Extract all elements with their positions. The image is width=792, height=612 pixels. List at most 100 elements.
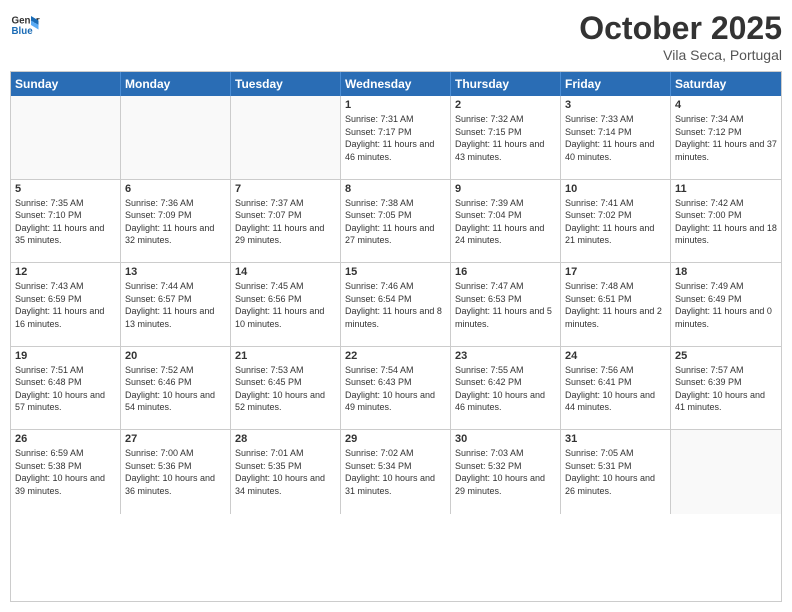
day-number: 12 — [15, 266, 116, 278]
cell-info: Sunrise: 7:52 AMSunset: 6:46 PMDaylight:… — [125, 365, 215, 413]
cell-info: Sunrise: 7:54 AMSunset: 6:43 PMDaylight:… — [345, 365, 435, 413]
calendar-cell-1-3: 8 Sunrise: 7:38 AMSunset: 7:05 PMDayligh… — [341, 180, 451, 263]
calendar-cell-0-1 — [121, 96, 231, 179]
calendar-cell-0-3: 1 Sunrise: 7:31 AMSunset: 7:17 PMDayligh… — [341, 96, 451, 179]
calendar-cell-3-4: 23 Sunrise: 7:55 AMSunset: 6:42 PMDaylig… — [451, 347, 561, 430]
cell-info: Sunrise: 7:48 AMSunset: 6:51 PMDaylight:… — [565, 281, 662, 329]
day-number: 10 — [565, 183, 666, 195]
cell-info: Sunrise: 7:44 AMSunset: 6:57 PMDaylight:… — [125, 281, 214, 329]
calendar-cell-4-2: 28 Sunrise: 7:01 AMSunset: 5:35 PMDaylig… — [231, 430, 341, 514]
calendar-cell-4-1: 27 Sunrise: 7:00 AMSunset: 5:36 PMDaylig… — [121, 430, 231, 514]
day-number: 11 — [675, 183, 777, 195]
cell-info: Sunrise: 7:38 AMSunset: 7:05 PMDaylight:… — [345, 198, 434, 246]
calendar-cell-1-1: 6 Sunrise: 7:36 AMSunset: 7:09 PMDayligh… — [121, 180, 231, 263]
cell-info: Sunrise: 6:59 AMSunset: 5:38 PMDaylight:… — [15, 448, 105, 496]
cell-info: Sunrise: 7:42 AMSunset: 7:00 PMDaylight:… — [675, 198, 777, 246]
calendar-cell-3-3: 22 Sunrise: 7:54 AMSunset: 6:43 PMDaylig… — [341, 347, 451, 430]
calendar-cell-3-2: 21 Sunrise: 7:53 AMSunset: 6:45 PMDaylig… — [231, 347, 341, 430]
cell-info: Sunrise: 7:45 AMSunset: 6:56 PMDaylight:… — [235, 281, 324, 329]
calendar-row-1: 5 Sunrise: 7:35 AMSunset: 7:10 PMDayligh… — [11, 180, 781, 264]
header-saturday: Saturday — [671, 72, 781, 96]
calendar-cell-4-6 — [671, 430, 781, 514]
cell-info: Sunrise: 7:57 AMSunset: 6:39 PMDaylight:… — [675, 365, 765, 413]
day-number: 26 — [15, 433, 116, 445]
cell-info: Sunrise: 7:00 AMSunset: 5:36 PMDaylight:… — [125, 448, 215, 496]
day-number: 28 — [235, 433, 336, 445]
day-number: 1 — [345, 99, 446, 111]
location: Vila Seca, Portugal — [579, 47, 782, 63]
day-number: 30 — [455, 433, 556, 445]
cell-info: Sunrise: 7:55 AMSunset: 6:42 PMDaylight:… — [455, 365, 545, 413]
calendar-cell-2-1: 13 Sunrise: 7:44 AMSunset: 6:57 PMDaylig… — [121, 263, 231, 346]
calendar-body: 1 Sunrise: 7:31 AMSunset: 7:17 PMDayligh… — [11, 96, 781, 597]
day-number: 18 — [675, 266, 777, 278]
calendar-cell-0-0 — [11, 96, 121, 179]
page: General Blue October 2025 Vila Seca, Por… — [0, 0, 792, 612]
calendar-cell-3-1: 20 Sunrise: 7:52 AMSunset: 6:46 PMDaylig… — [121, 347, 231, 430]
day-number: 29 — [345, 433, 446, 445]
cell-info: Sunrise: 7:34 AMSunset: 7:12 PMDaylight:… — [675, 114, 777, 162]
calendar-cell-1-4: 9 Sunrise: 7:39 AMSunset: 7:04 PMDayligh… — [451, 180, 561, 263]
day-number: 23 — [455, 350, 556, 362]
cell-info: Sunrise: 7:36 AMSunset: 7:09 PMDaylight:… — [125, 198, 214, 246]
day-number: 2 — [455, 99, 556, 111]
cell-info: Sunrise: 7:05 AMSunset: 5:31 PMDaylight:… — [565, 448, 655, 496]
day-number: 14 — [235, 266, 336, 278]
cell-info: Sunrise: 7:56 AMSunset: 6:41 PMDaylight:… — [565, 365, 655, 413]
calendar-cell-2-4: 16 Sunrise: 7:47 AMSunset: 6:53 PMDaylig… — [451, 263, 561, 346]
cell-info: Sunrise: 7:53 AMSunset: 6:45 PMDaylight:… — [235, 365, 325, 413]
day-number: 8 — [345, 183, 446, 195]
cell-info: Sunrise: 7:01 AMSunset: 5:35 PMDaylight:… — [235, 448, 325, 496]
cell-info: Sunrise: 7:47 AMSunset: 6:53 PMDaylight:… — [455, 281, 552, 329]
month-title: October 2025 — [579, 10, 782, 47]
header-monday: Monday — [121, 72, 231, 96]
cell-info: Sunrise: 7:46 AMSunset: 6:54 PMDaylight:… — [345, 281, 442, 329]
calendar-cell-3-5: 24 Sunrise: 7:56 AMSunset: 6:41 PMDaylig… — [561, 347, 671, 430]
cell-info: Sunrise: 7:31 AMSunset: 7:17 PMDaylight:… — [345, 114, 434, 162]
calendar-row-2: 12 Sunrise: 7:43 AMSunset: 6:59 PMDaylig… — [11, 263, 781, 347]
cell-info: Sunrise: 7:41 AMSunset: 7:02 PMDaylight:… — [565, 198, 654, 246]
calendar-cell-2-3: 15 Sunrise: 7:46 AMSunset: 6:54 PMDaylig… — [341, 263, 451, 346]
header-friday: Friday — [561, 72, 671, 96]
day-number: 17 — [565, 266, 666, 278]
calendar-cell-0-6: 4 Sunrise: 7:34 AMSunset: 7:12 PMDayligh… — [671, 96, 781, 179]
header-tuesday: Tuesday — [231, 72, 341, 96]
day-number: 21 — [235, 350, 336, 362]
day-number: 6 — [125, 183, 226, 195]
calendar-cell-4-4: 30 Sunrise: 7:03 AMSunset: 5:32 PMDaylig… — [451, 430, 561, 514]
calendar: Sunday Monday Tuesday Wednesday Thursday… — [10, 71, 782, 602]
cell-info: Sunrise: 7:37 AMSunset: 7:07 PMDaylight:… — [235, 198, 324, 246]
cell-info: Sunrise: 7:51 AMSunset: 6:48 PMDaylight:… — [15, 365, 105, 413]
calendar-cell-1-6: 11 Sunrise: 7:42 AMSunset: 7:00 PMDaylig… — [671, 180, 781, 263]
cell-info: Sunrise: 7:39 AMSunset: 7:04 PMDaylight:… — [455, 198, 544, 246]
calendar-cell-0-2 — [231, 96, 341, 179]
calendar-cell-2-5: 17 Sunrise: 7:48 AMSunset: 6:51 PMDaylig… — [561, 263, 671, 346]
title-block: October 2025 Vila Seca, Portugal — [579, 10, 782, 63]
calendar-cell-2-2: 14 Sunrise: 7:45 AMSunset: 6:56 PMDaylig… — [231, 263, 341, 346]
cell-info: Sunrise: 7:43 AMSunset: 6:59 PMDaylight:… — [15, 281, 104, 329]
calendar-cell-3-0: 19 Sunrise: 7:51 AMSunset: 6:48 PMDaylig… — [11, 347, 121, 430]
calendar-cell-2-0: 12 Sunrise: 7:43 AMSunset: 6:59 PMDaylig… — [11, 263, 121, 346]
calendar-row-4: 26 Sunrise: 6:59 AMSunset: 5:38 PMDaylig… — [11, 430, 781, 514]
calendar-cell-4-5: 31 Sunrise: 7:05 AMSunset: 5:31 PMDaylig… — [561, 430, 671, 514]
calendar-header: Sunday Monday Tuesday Wednesday Thursday… — [11, 72, 781, 96]
day-number: 15 — [345, 266, 446, 278]
calendar-cell-4-3: 29 Sunrise: 7:02 AMSunset: 5:34 PMDaylig… — [341, 430, 451, 514]
calendar-cell-4-0: 26 Sunrise: 6:59 AMSunset: 5:38 PMDaylig… — [11, 430, 121, 514]
cell-info: Sunrise: 7:35 AMSunset: 7:10 PMDaylight:… — [15, 198, 104, 246]
day-number: 20 — [125, 350, 226, 362]
calendar-cell-2-6: 18 Sunrise: 7:49 AMSunset: 6:49 PMDaylig… — [671, 263, 781, 346]
header-wednesday: Wednesday — [341, 72, 451, 96]
day-number: 7 — [235, 183, 336, 195]
cell-info: Sunrise: 7:03 AMSunset: 5:32 PMDaylight:… — [455, 448, 545, 496]
day-number: 19 — [15, 350, 116, 362]
day-number: 16 — [455, 266, 556, 278]
header-thursday: Thursday — [451, 72, 561, 96]
day-number: 9 — [455, 183, 556, 195]
calendar-cell-0-5: 3 Sunrise: 7:33 AMSunset: 7:14 PMDayligh… — [561, 96, 671, 179]
header-sunday: Sunday — [11, 72, 121, 96]
cell-info: Sunrise: 7:32 AMSunset: 7:15 PMDaylight:… — [455, 114, 544, 162]
day-number: 22 — [345, 350, 446, 362]
calendar-row-3: 19 Sunrise: 7:51 AMSunset: 6:48 PMDaylig… — [11, 347, 781, 431]
calendar-cell-0-4: 2 Sunrise: 7:32 AMSunset: 7:15 PMDayligh… — [451, 96, 561, 179]
